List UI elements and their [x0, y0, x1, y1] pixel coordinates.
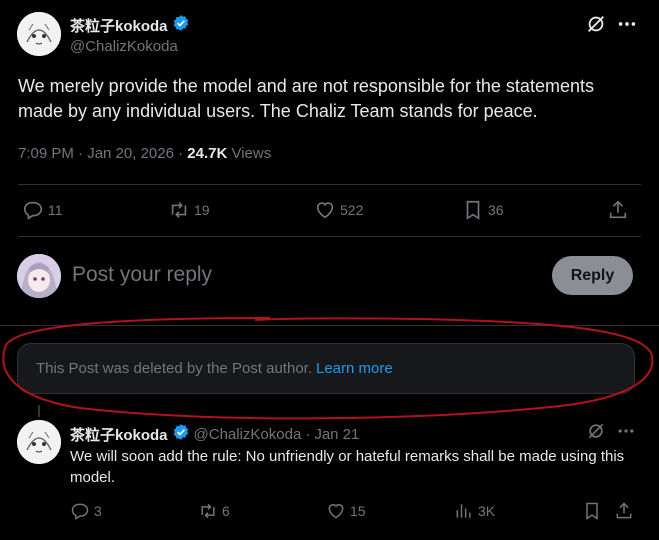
reply-header: 茶粒子kokoda @ChalizKokoda · Jan 21: [70, 423, 359, 445]
reply-input[interactable]: Post your reply: [72, 263, 212, 287]
reply-date[interactable]: Jan 21: [314, 426, 359, 443]
author-display-name[interactable]: 茶粒子kokoda: [70, 15, 168, 36]
post-timestamp[interactable]: 7:09 PM · Jan 20, 2026 ·: [18, 145, 187, 162]
reply-author-avatar[interactable]: [17, 420, 61, 464]
verified-badge-icon: [172, 423, 190, 445]
like-action[interactable]: 15: [326, 501, 366, 521]
repost-count: 19: [194, 202, 210, 218]
bookmark-count: 36: [488, 202, 504, 218]
deleted-post-notice: This Post was deleted by the Post author…: [17, 343, 635, 394]
share-action[interactable]: [614, 501, 634, 521]
reply-action[interactable]: 3: [70, 501, 102, 521]
post-meta: 7:09 PM · Jan 20, 2026 · 24.7K Views: [18, 145, 271, 162]
bookmark-action[interactable]: 36: [462, 199, 504, 221]
deleted-notice-text: This Post was deleted by the Post author…: [36, 360, 312, 377]
like-icon: [316, 202, 334, 219]
reply-count: 11: [48, 202, 63, 218]
repost-count: 6: [222, 503, 230, 519]
views-icon: [456, 504, 471, 518]
more-icon[interactable]: [616, 13, 638, 40]
author-avatar[interactable]: [17, 12, 61, 56]
like-count: 522: [340, 202, 364, 218]
reply-handle[interactable]: @ChalizKokoda: [194, 426, 302, 443]
learn-more-link[interactable]: Learn more: [316, 360, 393, 377]
author-name-row[interactable]: 茶粒子kokoda: [70, 14, 190, 37]
views-count: 24.7K: [187, 145, 228, 162]
repost-action[interactable]: 19: [168, 199, 210, 221]
repost-action[interactable]: 6: [198, 501, 230, 521]
views-count: 3K: [478, 503, 496, 519]
reply-icon: [23, 201, 43, 220]
post-text: We merely provide the model and are not …: [18, 76, 594, 121]
reply-action[interactable]: 11: [22, 199, 63, 221]
reply-display-name[interactable]: 茶粒子kokoda: [70, 424, 168, 445]
thread-line: [38, 405, 40, 417]
bookmark-icon: [466, 200, 480, 220]
repost-icon: [171, 202, 187, 218]
repost-icon: [201, 503, 215, 519]
share-action[interactable]: [607, 199, 629, 221]
verified-badge-icon: [172, 14, 190, 37]
reply-text: We will soon add the rule: No unfriendly…: [70, 448, 625, 486]
reply-icon: [71, 503, 89, 520]
more-icon[interactable]: [616, 421, 636, 446]
views-action[interactable]: 3K: [454, 501, 495, 521]
like-icon: [328, 504, 344, 519]
like-action[interactable]: 522: [314, 199, 363, 221]
divider: [18, 236, 641, 237]
reply-count: 3: [94, 503, 102, 519]
bookmark-icon: [586, 502, 598, 520]
my-avatar[interactable]: [17, 254, 61, 298]
views-label: Views: [231, 145, 272, 162]
share-icon: [609, 200, 627, 219]
author-handle[interactable]: @ChalizKokoda: [70, 38, 178, 55]
divider: [0, 325, 659, 326]
reply-button[interactable]: Reply: [552, 256, 633, 295]
like-count: 15: [350, 503, 366, 519]
bookmark-action[interactable]: [582, 501, 602, 521]
grok-icon[interactable]: [586, 421, 606, 446]
separator: ·: [305, 425, 311, 443]
share-icon: [616, 502, 632, 519]
grok-icon[interactable]: [585, 13, 607, 40]
divider: [18, 184, 641, 185]
